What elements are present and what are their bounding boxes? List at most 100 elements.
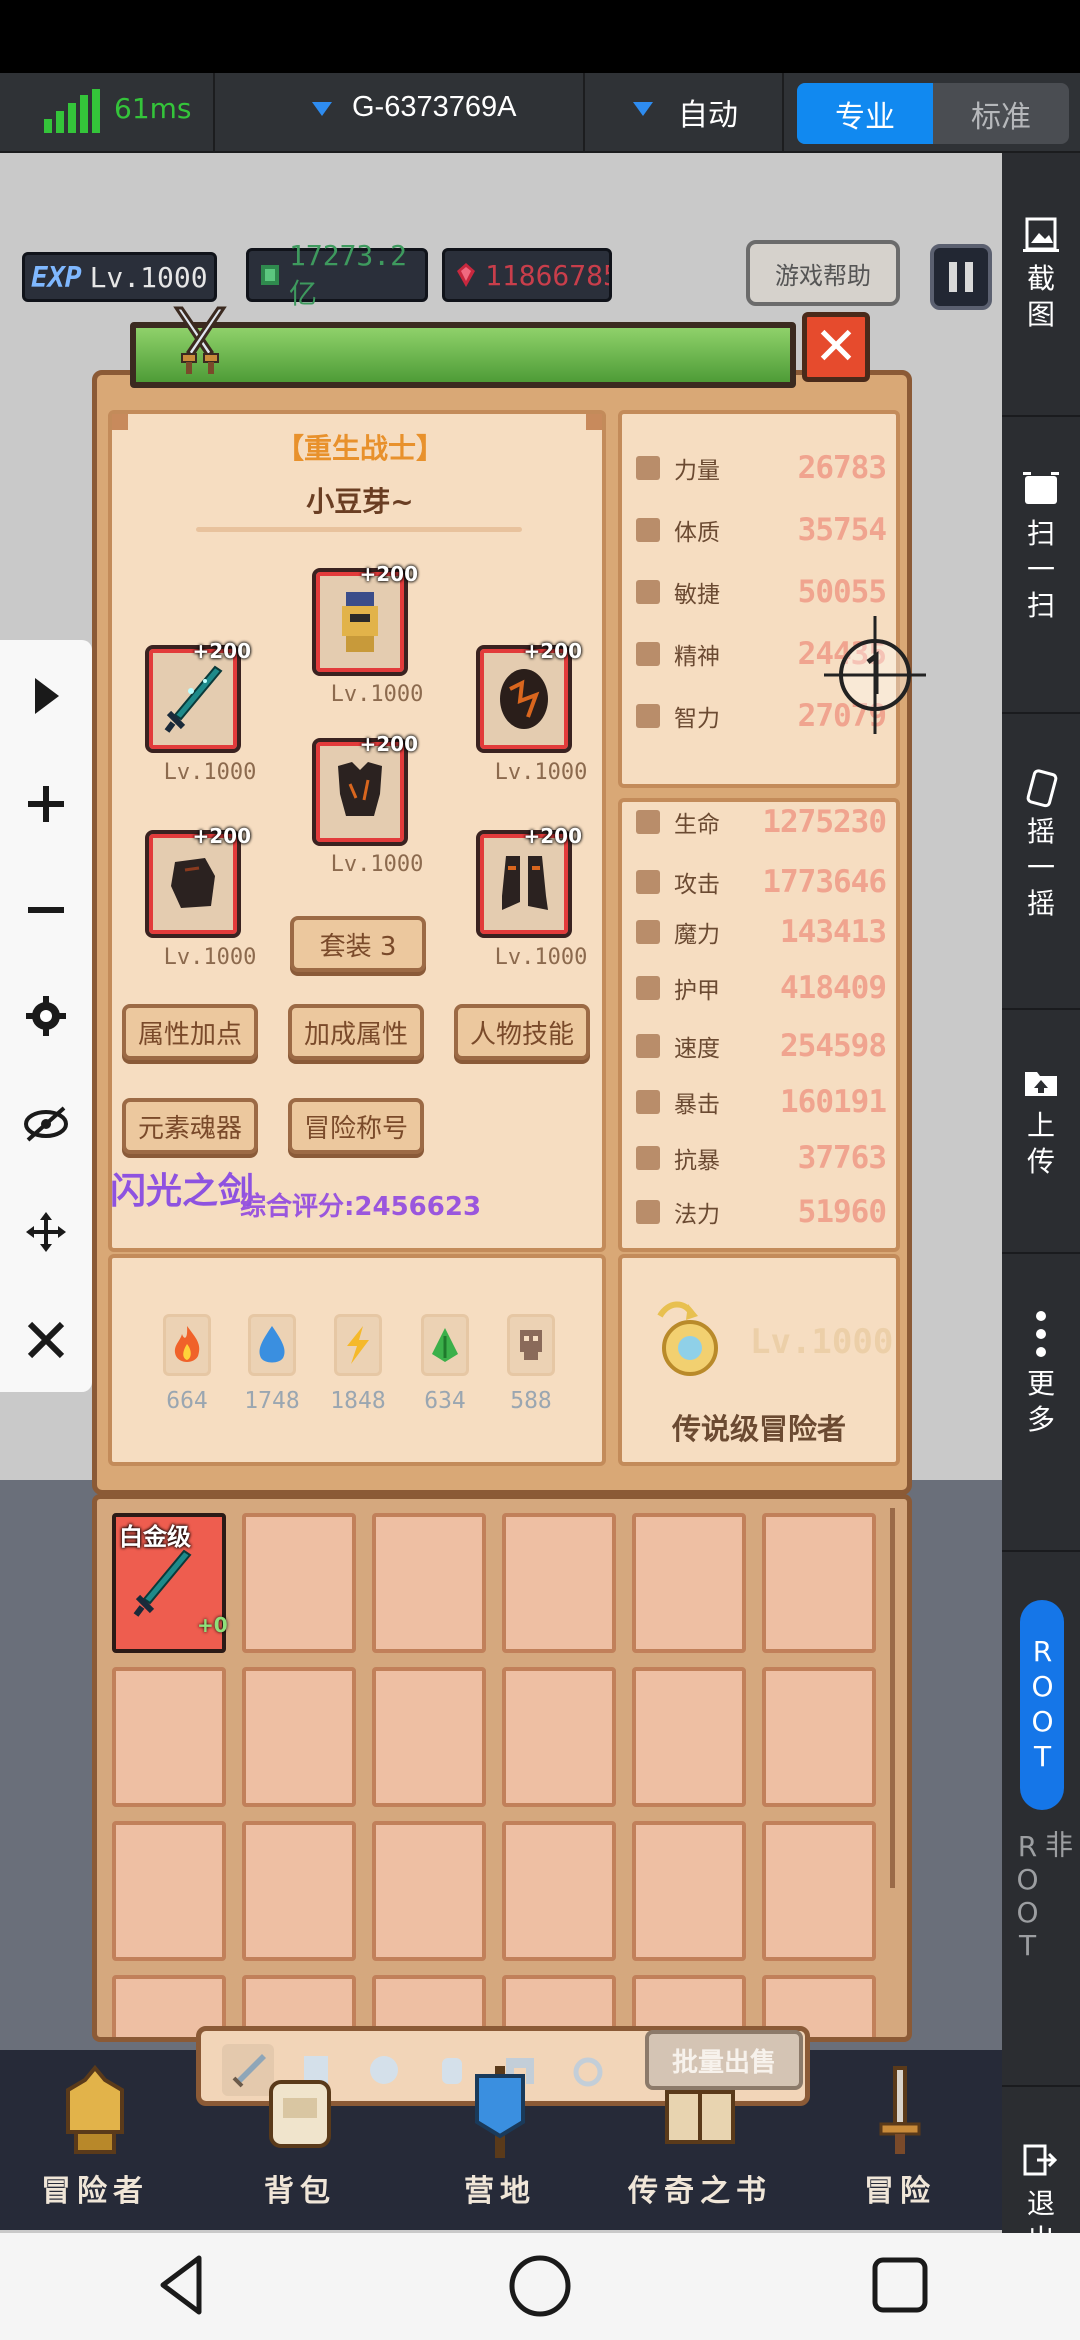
equip-slot-boots[interactable]: +200 [476,824,582,938]
divider [1002,712,1080,714]
equip-level: Lv.1000 [330,852,424,877]
zoom-in-button[interactable] [0,768,92,840]
inventory-slot[interactable] [372,1821,486,1961]
element-thunder[interactable]: 1848 [328,1314,388,1414]
back-icon[interactable] [155,2254,207,2316]
nav-backpack[interactable]: 背包 [215,2060,385,2210]
game-help-button[interactable]: 游戏帮助 [746,240,900,306]
inventory-slot[interactable] [762,1667,876,1807]
dropdown-arrow-icon[interactable] [633,102,653,116]
stat-row: 速度 254598 [636,1026,887,1066]
nav-legend-book[interactable]: 传奇之书 [615,2060,785,2210]
water-icon [259,1326,285,1363]
inventory-grid: 白金级 +0 [92,1494,912,2042]
element-fire[interactable]: 664 [157,1314,217,1414]
nonroot-toggle[interactable]: 非ROOT [1011,1830,1074,1980]
upload-button[interactable]: 上传 [1002,1062,1080,1180]
inventory-slot[interactable] [762,1513,876,1653]
divider [1002,1252,1080,1254]
element-vessel-button[interactable]: 元素魂器 [122,1098,258,1154]
inventory-slot[interactable] [632,1821,746,1961]
device-id-dropdown[interactable]: G-6373769A [352,91,516,124]
inventory-slot[interactable] [242,1821,356,1961]
hide-button[interactable] [0,1088,92,1160]
strength-icon [636,456,660,480]
equip-slot-shield[interactable]: +200 [476,639,582,753]
stat-row: 体质 35754 [636,510,887,550]
mode-pro-button[interactable]: 专业 [797,83,933,144]
mode-standard-button[interactable]: 标准 [933,83,1069,144]
eye-off-icon [24,1106,68,1142]
auto-dropdown[interactable]: 自动 [678,90,738,134]
crit-icon [636,1090,660,1114]
zoom-out-button[interactable] [0,874,92,946]
total-score: 综合评分:2456623 [240,1192,482,1222]
close-icon: ✕ [814,317,858,377]
screenshot-button[interactable]: 截图 [1002,215,1080,333]
close-toolbar-button[interactable] [0,1304,92,1376]
screenshot-icon [1023,217,1059,252]
item-tier-label: 白金级 [119,1523,191,1551]
inventory-slot[interactable] [762,1821,876,1961]
equip-slot-armor[interactable]: +200 [312,732,418,846]
dropdown-arrow-icon[interactable] [312,102,332,116]
equip-slot-helmet[interactable]: +200 [312,562,418,676]
attr-points-button[interactable]: 属性加点 [122,1004,258,1060]
bonus-attr-button[interactable]: 加成属性 [288,1004,424,1060]
divider [1002,1550,1080,1552]
inventory-slot[interactable] [242,1667,356,1807]
inventory-slot[interactable] [372,1667,486,1807]
mana-icon [636,1200,660,1224]
more-dots-icon [1036,1311,1046,1357]
book-icon [665,2090,735,2144]
rank-emblem-icon [657,1301,718,1376]
pause-button[interactable] [930,244,992,310]
root-toggle[interactable]: ROOT [1020,1600,1064,1810]
inventory-slot[interactable] [502,1513,616,1653]
scan-button[interactable]: 扫一扫 [1002,470,1080,624]
thunder-icon [347,1326,369,1364]
inventory-slot[interactable] [632,1513,746,1653]
divider [196,527,522,532]
element-dark[interactable]: 588 [501,1314,561,1414]
inventory-scrollbar[interactable] [890,1508,895,1888]
inventory-slot[interactable] [112,1821,226,1961]
stat-row: 生命 1275230 [636,802,887,842]
equip-slot-gloves[interactable]: +200 [145,824,251,938]
close-button[interactable]: ✕ [802,312,870,382]
crosshair-icon [824,616,926,734]
inventory-slot[interactable] [632,1667,746,1807]
adventure-title-button[interactable]: 冒险称号 [288,1098,424,1154]
nav-adventure[interactable]: 冒险 [815,2060,985,2210]
element-wood[interactable]: 634 [415,1314,475,1414]
set-bonus-button[interactable]: 套装 3 [290,916,426,972]
home-icon[interactable] [508,2254,572,2318]
divider [1002,2085,1080,2087]
nav-adventurer[interactable]: 冒险者 [10,2060,180,2210]
more-button[interactable]: 更多 [1002,1310,1080,1438]
minus-icon [28,907,64,913]
skills-button[interactable]: 人物技能 [454,1004,590,1060]
element-water[interactable]: 1748 [242,1314,302,1414]
helmet-icon [66,2064,124,2154]
pause-icon [949,262,957,292]
inventory-slot[interactable] [502,1821,616,1961]
inventory-slot[interactable] [242,1513,356,1653]
nav-camp[interactable]: 营地 [415,2060,585,2210]
inventory-slot[interactable] [112,1667,226,1807]
recent-apps-icon[interactable] [871,2256,929,2314]
red-gem-icon [457,263,475,287]
divider [1002,415,1080,417]
equip-slot-weapon[interactable]: +200 [145,639,251,753]
shake-button[interactable]: 摇一摇 [1002,768,1080,922]
shield-icon [500,669,548,729]
inventory-slot[interactable] [502,1667,616,1807]
rank-level: Lv.1000 [750,1322,894,1362]
class-title: 【重生战士】 [275,432,444,465]
move-button[interactable] [0,1196,92,1268]
stat-row: 暴击 160191 [636,1082,887,1122]
inventory-slot[interactable] [372,1513,486,1653]
settings-button[interactable] [0,980,92,1052]
play-button[interactable] [0,660,92,732]
phone-shake-icon [1026,769,1058,808]
